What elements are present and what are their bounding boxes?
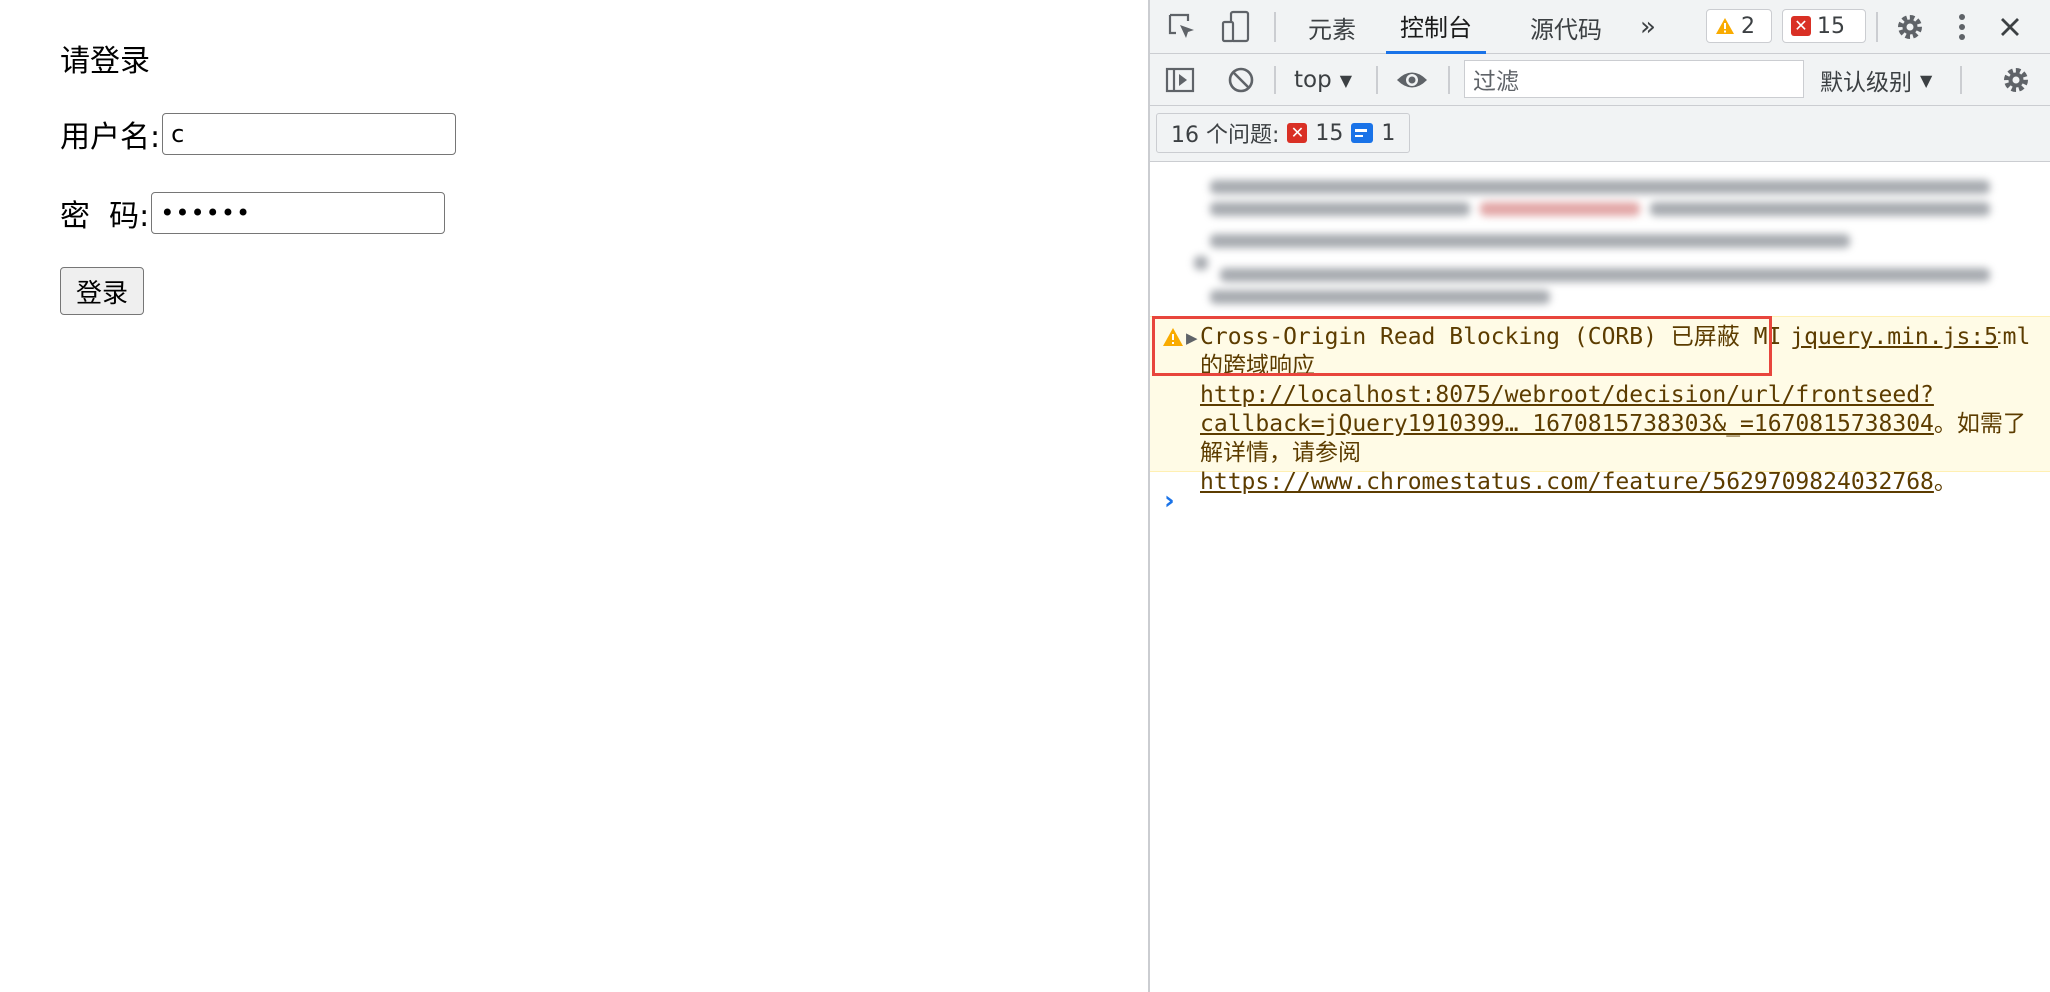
tab-console[interactable]: 控制台: [1386, 0, 1486, 54]
warnings-counter[interactable]: 2: [1706, 9, 1772, 43]
password-label: 密 码:: [60, 199, 150, 234]
divider: [1274, 66, 1276, 94]
issues-label: 16 个问题:: [1171, 123, 1280, 148]
live-expression-eye-icon[interactable]: [1394, 66, 1430, 94]
tab-sources[interactable]: 源代码: [1530, 0, 1602, 54]
username-label: 用户名:: [60, 120, 161, 155]
issues-button[interactable]: 16 个问题: ✕ 15 1: [1156, 113, 1411, 153]
password-input[interactable]: ••••••: [151, 192, 446, 234]
blurred-console-messages: [1190, 172, 2010, 306]
inspect-element-icon[interactable]: [1166, 11, 1198, 43]
console-toolbar: top ▼ 过滤 默认级别 ▼: [1150, 54, 2050, 106]
devtools-panel: 元素 控制台 源代码 » 2 ✕ 15 top ▼ 过滤 默认级别 ▼ 16 个…: [1148, 0, 2050, 992]
issues-info-count: 1: [1381, 120, 1396, 146]
clear-console-icon[interactable]: [1226, 65, 1256, 95]
username-input[interactable]: c: [162, 113, 457, 155]
login-button[interactable]: 登录: [60, 267, 144, 315]
message-source-link[interactable]: jquery.min.js:5: [1782, 323, 1998, 352]
page-title: 请登录: [60, 44, 150, 79]
annotation-highlight-box: [1152, 316, 1772, 376]
issues-error-count: 15: [1315, 120, 1344, 146]
warning-icon: [1716, 18, 1734, 34]
context-selector[interactable]: top ▼: [1294, 54, 1352, 106]
username-row: 用户名: c: [60, 112, 457, 156]
console-settings-gear-icon[interactable]: [2000, 65, 2032, 95]
issues-bar: 16 个问题: ✕ 15 1: [1150, 106, 2050, 162]
divider: [1448, 66, 1450, 94]
devtools-tabbar: 元素 控制台 源代码 » 2 ✕ 15: [1150, 0, 2050, 54]
divider: [1960, 66, 1962, 94]
chromestatus-link[interactable]: https://www.chromestatus.com/feature/562…: [1200, 469, 1934, 495]
settings-gear-icon[interactable]: [1894, 11, 1926, 43]
more-tabs-button[interactable]: »: [1640, 0, 1656, 54]
divider: [1876, 12, 1878, 42]
log-level-selector[interactable]: 默认级别 ▼: [1820, 54, 1932, 106]
error-icon: ✕: [1287, 123, 1308, 143]
filter-input[interactable]: 过滤: [1464, 60, 1804, 98]
device-toolbar-icon[interactable]: [1220, 9, 1252, 45]
warning-text-end: 。: [1933, 469, 1957, 495]
password-row: 密 码: ••••••: [60, 191, 446, 235]
sidebar-toggle-icon[interactable]: [1164, 65, 1196, 95]
log-level-value: 默认级别: [1820, 70, 1912, 96]
error-icon: ✕: [1791, 16, 1811, 36]
warning-url-link[interactable]: http://localhost:8075/webroot/decision/u…: [1200, 382, 1934, 437]
dropdown-arrow-icon: ▼: [1920, 70, 1933, 90]
info-message-icon: [1351, 123, 1374, 143]
context-value: top: [1294, 67, 1332, 93]
errors-count: 15: [1817, 13, 1845, 39]
close-icon[interactable]: [1996, 13, 2024, 41]
more-options-icon[interactable]: [1950, 11, 1974, 43]
errors-counter[interactable]: ✕ 15: [1782, 9, 1866, 43]
divider: [1376, 66, 1378, 94]
console-prompt-chevron-icon[interactable]: ›: [1164, 486, 1175, 516]
dropdown-arrow-icon: ▼: [1339, 70, 1353, 90]
web-page: 请登录 用户名: c 密 码: •••••• 登录: [0, 0, 1148, 992]
tab-elements[interactable]: 元素: [1308, 0, 1356, 54]
warnings-count: 2: [1741, 13, 1755, 39]
divider: [1274, 12, 1276, 42]
